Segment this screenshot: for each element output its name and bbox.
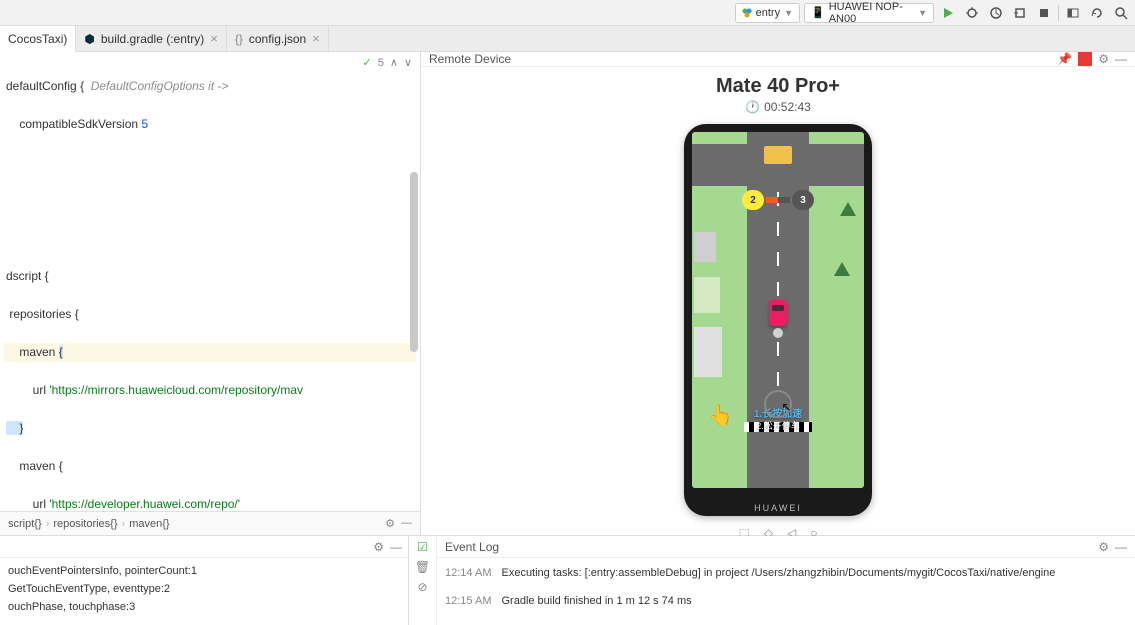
tab-cocostaxi[interactable]: CocosTaxi) bbox=[0, 26, 76, 52]
breadcrumb-item[interactable]: maven{} bbox=[129, 518, 169, 530]
device-timer: 🕐 00:52:43 bbox=[745, 100, 811, 114]
main-toolbar: entry ▼ 📱 HUAWEI NOP-AN00 ▼ bbox=[0, 0, 1135, 26]
event-log-row: 12:14 AM Executing tasks: [:entry:assemb… bbox=[445, 564, 1127, 582]
tab-label: config.json bbox=[249, 32, 306, 46]
event-message: Gradle build finished in 1 m 12 s 74 ms bbox=[501, 592, 691, 610]
breadcrumb: script{} › repositories{} › maven{} ⚙ — bbox=[0, 511, 420, 535]
event-message: Executing tasks: [:entry:assembleDebug] … bbox=[501, 564, 1055, 582]
smoke-icon bbox=[773, 328, 783, 338]
stop-remote-button[interactable] bbox=[1078, 52, 1092, 66]
chevron-right-icon: › bbox=[46, 518, 50, 530]
gear-icon[interactable]: ⚙ bbox=[1098, 52, 1109, 66]
stop-button[interactable] bbox=[1034, 3, 1054, 23]
tab-config-json[interactable]: {} config.json × bbox=[227, 26, 329, 52]
building-icon bbox=[694, 327, 722, 377]
pin-icon[interactable]: 📌 bbox=[1057, 52, 1072, 66]
event-time: 12:14 AM bbox=[445, 564, 491, 582]
player-car bbox=[769, 300, 787, 326]
breadcrumb-item[interactable]: script{} bbox=[8, 518, 42, 530]
profile-button[interactable] bbox=[986, 3, 1006, 23]
finger-icon: 👆 bbox=[708, 403, 733, 428]
json-icon: {} bbox=[235, 32, 243, 46]
console-output[interactable]: ouchEventPointersInfo, pointerCount:1 Ge… bbox=[0, 558, 408, 625]
inspection-count: 5 bbox=[378, 57, 384, 69]
event-log-body[interactable]: 12:14 AM Executing tasks: [:entry:assemb… bbox=[437, 558, 1135, 625]
event-log-header: Event Log ⚙ — bbox=[437, 536, 1135, 558]
gear-icon[interactable]: ⚙ bbox=[1098, 540, 1109, 554]
event-log-gutter: ☑ 🗑 ⊘ bbox=[409, 536, 437, 625]
remote-device-pane: Remote Device 📌 ⚙ — Mate 40 Pro+ 🕐 00:52… bbox=[420, 52, 1135, 535]
building-icon bbox=[694, 277, 720, 313]
log-line: ouchEventPointersInfo, pointerCount:1 bbox=[8, 562, 400, 580]
breadcrumb-item[interactable]: repositories{} bbox=[53, 518, 117, 530]
game-truck bbox=[764, 146, 792, 164]
check-icon[interactable]: ☑ bbox=[417, 540, 428, 554]
building-icon bbox=[694, 232, 716, 262]
score-left: 2 bbox=[742, 190, 764, 210]
editor-tabs: CocosTaxi) ⬢ build.gradle (:entry) × {} … bbox=[0, 26, 1135, 52]
bottom-panels: ⚙ — ouchEventPointersInfo, pointerCount:… bbox=[0, 535, 1135, 625]
game-score-bar: 2 3 bbox=[742, 190, 814, 210]
minimize-icon[interactable]: — bbox=[1115, 540, 1127, 554]
minimize-icon[interactable]: — bbox=[390, 540, 402, 554]
arrow-up-icon[interactable]: ∧ bbox=[390, 56, 398, 69]
check-icon: ✓ bbox=[363, 56, 372, 69]
minimize-icon[interactable]: — bbox=[401, 517, 412, 530]
run-button[interactable] bbox=[938, 3, 958, 23]
console-header: ⚙ — bbox=[0, 536, 408, 558]
minimize-icon[interactable]: — bbox=[1115, 52, 1127, 66]
module-icon bbox=[742, 8, 752, 18]
tree-icon bbox=[834, 262, 850, 276]
cursor-icon: ↖ bbox=[781, 400, 791, 414]
gradle-icon: ⬢ bbox=[84, 32, 94, 46]
log-line: ouchPhase, touchphase:3 bbox=[8, 598, 400, 616]
tab-build-gradle[interactable]: ⬢ build.gradle (:entry) × bbox=[76, 26, 226, 52]
gear-icon[interactable]: ⚙ bbox=[373, 540, 384, 554]
score-right: 3 bbox=[792, 190, 814, 210]
close-icon[interactable]: × bbox=[312, 31, 320, 46]
attach-button[interactable] bbox=[1010, 3, 1030, 23]
inspection-widget: ✓ 5 ∧ ∨ bbox=[363, 56, 412, 69]
device-content: Mate 40 Pro+ 🕐 00:52:43 bbox=[421, 67, 1135, 540]
event-time: 12:15 AM bbox=[445, 592, 491, 610]
code-editor-pane: ✓ 5 ∧ ∨ defaultConfig { DefaultConfigOpt… bbox=[0, 52, 420, 535]
arrow-down-icon[interactable]: ∨ bbox=[404, 56, 412, 69]
chevron-down-icon: ▼ bbox=[784, 8, 793, 18]
main-split: ✓ 5 ∧ ∨ defaultConfig { DefaultConfigOpt… bbox=[0, 52, 1135, 535]
log-line: GetTouchEventType, eventtype:2 bbox=[8, 580, 400, 598]
module-selector[interactable]: entry ▼ bbox=[735, 3, 800, 23]
tab-label: build.gradle (:entry) bbox=[101, 32, 204, 46]
gear-icon[interactable]: ⚙ bbox=[385, 517, 395, 530]
close-icon[interactable]: × bbox=[210, 31, 218, 46]
device-model: Mate 40 Pro+ bbox=[716, 75, 840, 98]
debug-button[interactable] bbox=[962, 3, 982, 23]
remote-device-header: Remote Device 📌 ⚙ — bbox=[421, 52, 1135, 67]
device-label: HUAWEI NOP-AN00 bbox=[829, 1, 914, 25]
event-log-row: 12:15 AM Gradle build finished in 1 m 12… bbox=[445, 592, 1127, 610]
chevron-right-icon: › bbox=[122, 518, 126, 530]
phone-frame: 2 3 👆 1.长按加速 2.松开停车 ↖ HUAWEI bbox=[684, 124, 872, 516]
clock-icon: 🕐 bbox=[745, 100, 760, 114]
phone-screen[interactable]: 2 3 👆 1.长按加速 2.松开停车 ↖ bbox=[692, 132, 864, 488]
progress-bar bbox=[766, 197, 790, 203]
code-editor[interactable]: defaultConfig { DefaultConfigOptions it … bbox=[0, 52, 420, 511]
tab-label: CocosTaxi) bbox=[8, 32, 67, 46]
search-button[interactable] bbox=[1111, 3, 1131, 23]
project-structure-button[interactable] bbox=[1063, 3, 1083, 23]
module-label: entry bbox=[756, 7, 780, 19]
filter-icon[interactable]: ⊘ bbox=[417, 580, 427, 594]
phone-brand: HUAWEI bbox=[684, 503, 872, 513]
vertical-scrollbar[interactable] bbox=[410, 172, 418, 352]
tree-icon bbox=[840, 202, 856, 216]
chevron-down-icon: ▼ bbox=[918, 8, 927, 18]
trash-icon[interactable]: 🗑 bbox=[415, 560, 430, 574]
phone-icon: 📱 bbox=[811, 6, 825, 19]
console-pane: ⚙ — ouchEventPointersInfo, pointerCount:… bbox=[0, 536, 408, 625]
sync-button[interactable] bbox=[1087, 3, 1107, 23]
panel-title: Event Log bbox=[445, 540, 499, 554]
panel-title: Remote Device bbox=[429, 52, 511, 66]
device-selector[interactable]: 📱 HUAWEI NOP-AN00 ▼ bbox=[804, 3, 934, 23]
hint-text-2: 2.松开停车 bbox=[756, 419, 800, 432]
event-log-pane: ☑ 🗑 ⊘ Event Log ⚙ — 12:14 AM Executing t… bbox=[408, 536, 1135, 625]
